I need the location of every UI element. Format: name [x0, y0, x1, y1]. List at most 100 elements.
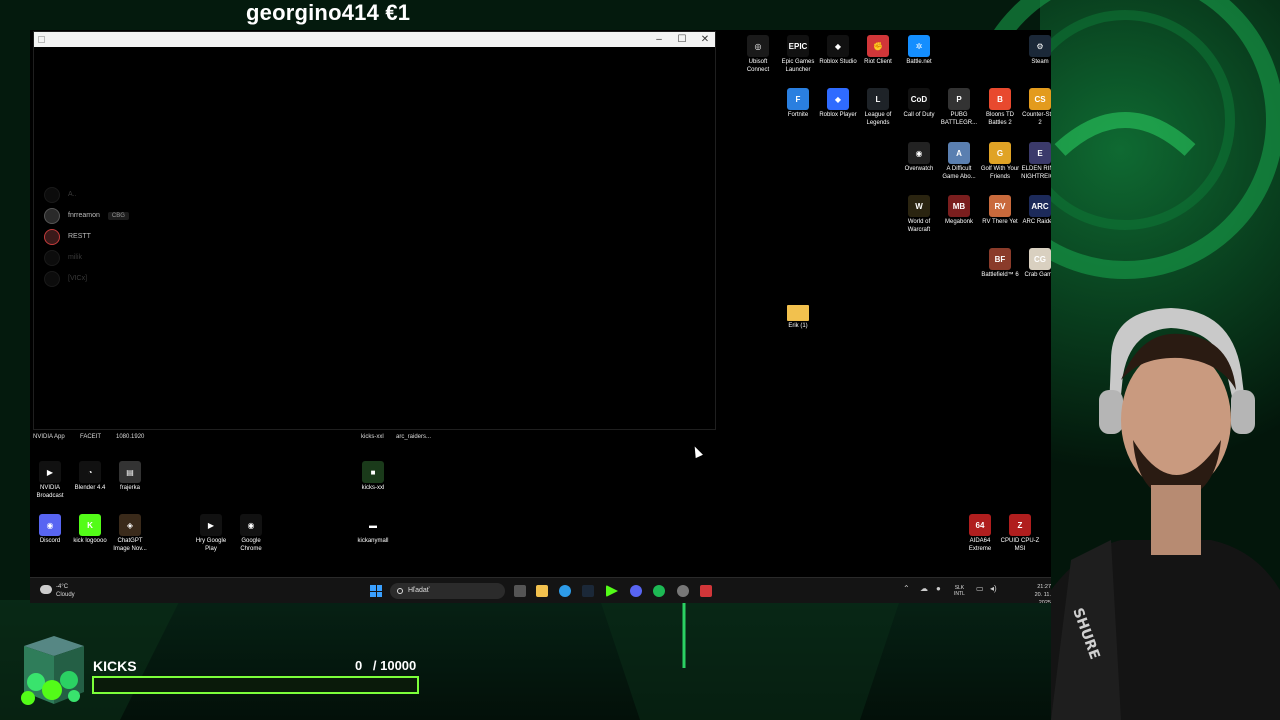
- desktop-icon-nvidia-broadcast[interactable]: ▶ NVIDIA Broadcast: [30, 461, 70, 500]
- desktop-icon-label: Roblox Studio: [819, 59, 857, 65]
- webcam-feed: SHURE: [1051, 308, 1280, 720]
- onedrive-icon[interactable]: ☁: [920, 584, 928, 593]
- friend-name: [VICx]: [68, 275, 88, 282]
- kicks-xxl-icon: ■: [362, 461, 384, 483]
- steam-icon[interactable]: [582, 585, 594, 597]
- network-icon[interactable]: ▭: [976, 584, 984, 593]
- desktop-icon-difficult[interactable]: A A Difficult Game Abo...: [939, 142, 979, 181]
- desktop-icon-overwatch[interactable]: ◉ Overwatch: [899, 142, 939, 174]
- desktop-label-arc-raiders[interactable]: arc_raiders...: [396, 434, 431, 440]
- blender-icon: ◔: [79, 461, 101, 483]
- desktop-icon-label: ARC Raiders: [1022, 219, 1051, 225]
- desktop-icon-erik[interactable]: Erik (1): [778, 301, 818, 331]
- microphone-icon[interactable]: ●: [936, 584, 941, 593]
- friends-list: A.. fnrreamon CBG RESTT milik [VICx]: [44, 184, 129, 289]
- desktop-icon-roblox-player[interactable]: ◆ Roblox Player: [818, 88, 858, 120]
- edge-icon[interactable]: [559, 585, 571, 597]
- chatgpt-icon: ◈: [119, 514, 141, 536]
- google-play-icon: ▶: [200, 514, 222, 536]
- spotify-icon[interactable]: [653, 585, 665, 597]
- desktop-icon-discord[interactable]: ◉ Discord: [30, 514, 70, 546]
- desktop-icon-elden[interactable]: E ELDEN RING NIGHTREIGN: [1020, 142, 1051, 181]
- rv-icon: RV: [989, 195, 1011, 217]
- desktop-icon-golf[interactable]: G Golf With Your Friends: [980, 142, 1020, 181]
- desktop-icon-btd[interactable]: B Bloons TD Battles 2: [980, 88, 1020, 127]
- desktop-icon-rv[interactable]: RV RV There Yet: [980, 195, 1020, 227]
- desktop-icon-label: Fortnite: [787, 112, 809, 118]
- desktop-icon-bf6[interactable]: BF Battlefield™ 6: [980, 248, 1020, 280]
- active-app-icon[interactable]: [700, 585, 712, 597]
- desktop-icon-label: ELDEN RING NIGHTREIGN: [1021, 166, 1051, 180]
- desktop-label-kicks-xxl[interactable]: kicks-xxl: [361, 434, 384, 440]
- language-indicator[interactable]: SLK INTL: [954, 585, 965, 597]
- minimize-icon[interactable]: –: [648, 32, 670, 47]
- desktop-label-1080[interactable]: 1080.1920: [116, 434, 144, 440]
- desktop-icon-label: Bloons TD Battles 2: [986, 112, 1014, 126]
- desktop-icon-label: NVIDIA Broadcast: [36, 485, 64, 499]
- desktop-label-nvidia-app[interactable]: NVIDIA App: [33, 434, 65, 440]
- goal-progress-bar: [92, 676, 419, 694]
- start-icon[interactable]: [370, 585, 382, 597]
- time: 21:27: [1037, 584, 1051, 590]
- close-icon[interactable]: ✕: [694, 32, 716, 47]
- desktop-icon-ubisoft[interactable]: ◎ Ubisoft Connect: [738, 35, 778, 74]
- desktop-icon-wow[interactable]: W World of Warcraft: [899, 195, 939, 234]
- file-explorer-icon[interactable]: [536, 585, 548, 597]
- desktop-icon-label: Counter-Str... 2: [1022, 112, 1051, 126]
- task-view-icon[interactable]: [514, 585, 526, 597]
- friend-item[interactable]: milik: [44, 247, 129, 268]
- desktop-icon-pubg[interactable]: P PUBG BATTLEGR...: [939, 88, 979, 127]
- desktop-icon-kick-logo[interactable]: Kkick logoooo: [70, 514, 110, 546]
- desktop-icon-fortnite[interactable]: F Fortnite: [778, 88, 818, 120]
- friend-item[interactable]: RESTT: [44, 226, 129, 247]
- friend-name: milik: [68, 254, 82, 261]
- frajerka-icon: ▤: [119, 461, 141, 483]
- window-titlebar[interactable]: – ☐ ✕: [34, 32, 715, 47]
- kick-studio-icon[interactable]: [606, 585, 618, 597]
- roblox-studio-icon: ◆: [827, 35, 849, 57]
- desktop-icon-crab[interactable]: CG Crab Game: [1020, 248, 1051, 280]
- desktop-icon-frajerka[interactable]: ▤ frajerka: [110, 461, 150, 493]
- roblox-player-icon: ◆: [827, 88, 849, 110]
- difficult-icon: A: [948, 142, 970, 164]
- desktop-icon-arc[interactable]: ARC ARC Raiders: [1020, 195, 1051, 227]
- discord-icon[interactable]: [630, 585, 642, 597]
- desktop-icon-steam[interactable]: ⚙ Steam: [1020, 35, 1051, 67]
- clock[interactable]: 21:27 20. 11. 2025: [1030, 583, 1051, 603]
- maximize-icon[interactable]: ☐: [671, 32, 693, 47]
- desktop-icon-epic[interactable]: EPIC Epic Games Launcher: [778, 35, 818, 74]
- desktop-icon-battlenet[interactable]: ✲ Battle.net: [899, 35, 939, 67]
- obs-icon[interactable]: [677, 585, 689, 597]
- desktop-icon-lol[interactable]: L League of Legends: [858, 88, 898, 127]
- friend-item[interactable]: fnrreamon CBG: [44, 205, 129, 226]
- desktop-icon-riot[interactable]: ✊ Riot Client: [858, 35, 898, 67]
- friend-item[interactable]: [VICx]: [44, 268, 129, 289]
- desktop-label-faceit[interactable]: FACEIT: [80, 434, 101, 440]
- volume-icon[interactable]: ◂): [990, 584, 997, 593]
- desktop-icon-chatgpt[interactable]: ◈ ChatGPT Image Nov...: [110, 514, 150, 553]
- desktop-icon-label: Google Chrome: [240, 538, 262, 552]
- desktop-icon-cs2[interactable]: CS Counter-Str... 2: [1020, 88, 1051, 127]
- weather-temp: -4°C: [56, 584, 69, 590]
- aida64-icon: 64: [969, 514, 991, 536]
- desktop-icon-megabonk[interactable]: MB Megabonk: [939, 195, 979, 227]
- desktop-icon-kickanymall[interactable]: ▬ kickanymall: [353, 514, 393, 546]
- desktop-icon-kicks-xxl[interactable]: ■ kicks-xxl: [353, 461, 393, 493]
- avatar: [44, 207, 60, 224]
- desktop-icon-blender[interactable]: ◔ Blender 4.4: [70, 461, 110, 493]
- desktop-icon-label: AIDA64 Extreme: [968, 538, 992, 552]
- desktop-icon-google-play[interactable]: ▶ Hry Google Play: [191, 514, 231, 553]
- kicks-goal-widget: KICKS 0 / 10000: [14, 630, 424, 710]
- discord-icon: ◉: [39, 514, 61, 536]
- wow-icon: W: [908, 195, 930, 217]
- desktop-icon-cpuid[interactable]: Z CPUID CPU-Z MSI: [1000, 514, 1040, 553]
- search-input[interactable]: Hľadať: [390, 583, 505, 599]
- desktop-icon-aida64[interactable]: 64 AIDA64 Extreme: [960, 514, 1000, 553]
- desktop-icon-label: kicks-xxl: [361, 485, 385, 491]
- desktop-icon-chrome[interactable]: ◉ Google Chrome: [231, 514, 271, 553]
- friend-item[interactable]: A..: [44, 184, 129, 205]
- cloud-icon: [40, 585, 52, 594]
- desktop-icon-cod[interactable]: CoD Call of Duty: [899, 88, 939, 120]
- chevron-up-icon[interactable]: ⌃: [903, 584, 910, 593]
- desktop-icon-roblox-studio[interactable]: ◆ Roblox Studio: [818, 35, 858, 67]
